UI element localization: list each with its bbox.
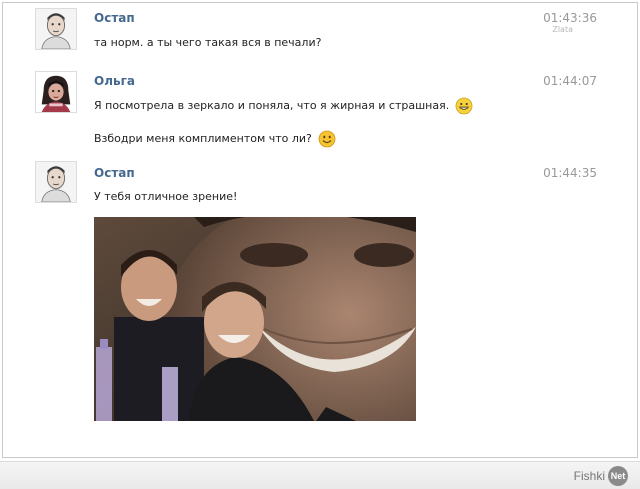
message-text: та норм. а ты чего такая вся в печали?: [94, 36, 322, 49]
watermark-badge: Net: [608, 466, 628, 486]
chat-window: Остап 01:43:36 Zlata та норм. а ты чего …: [2, 2, 638, 458]
message-time: 01:44:07: [543, 74, 597, 88]
smile-emoji-icon: [318, 130, 336, 148]
message-time: 01:44:35: [543, 166, 597, 180]
author-name[interactable]: Остап: [94, 11, 135, 25]
watermark-logo: Fishki Net: [573, 466, 628, 486]
grin-emoji-icon: [455, 97, 473, 115]
author-name[interactable]: Ольга: [94, 74, 135, 88]
author-name[interactable]: Остап: [94, 166, 135, 180]
avatar[interactable]: [35, 71, 77, 113]
photo-attachment[interactable]: [94, 217, 416, 421]
footer-bar: Fishki Net: [0, 461, 640, 489]
message-time: 01:43:36: [543, 11, 597, 25]
avatar[interactable]: [35, 8, 77, 50]
recipient-label: Zlata: [552, 25, 573, 34]
message-line: Взбодри меня комплиментом что ли?: [94, 132, 312, 145]
watermark-brand: Fishki: [573, 469, 605, 483]
message-line: Я посмотрела в зеркало и поняла, что я ж…: [94, 99, 450, 112]
avatar[interactable]: [35, 161, 77, 203]
message-text: Взбодри меня комплиментом что ли?: [94, 130, 336, 148]
message-text: У тебя отличное зрение!: [94, 190, 238, 203]
message-text: Я посмотрела в зеркало и поняла, что я ж…: [94, 97, 473, 115]
